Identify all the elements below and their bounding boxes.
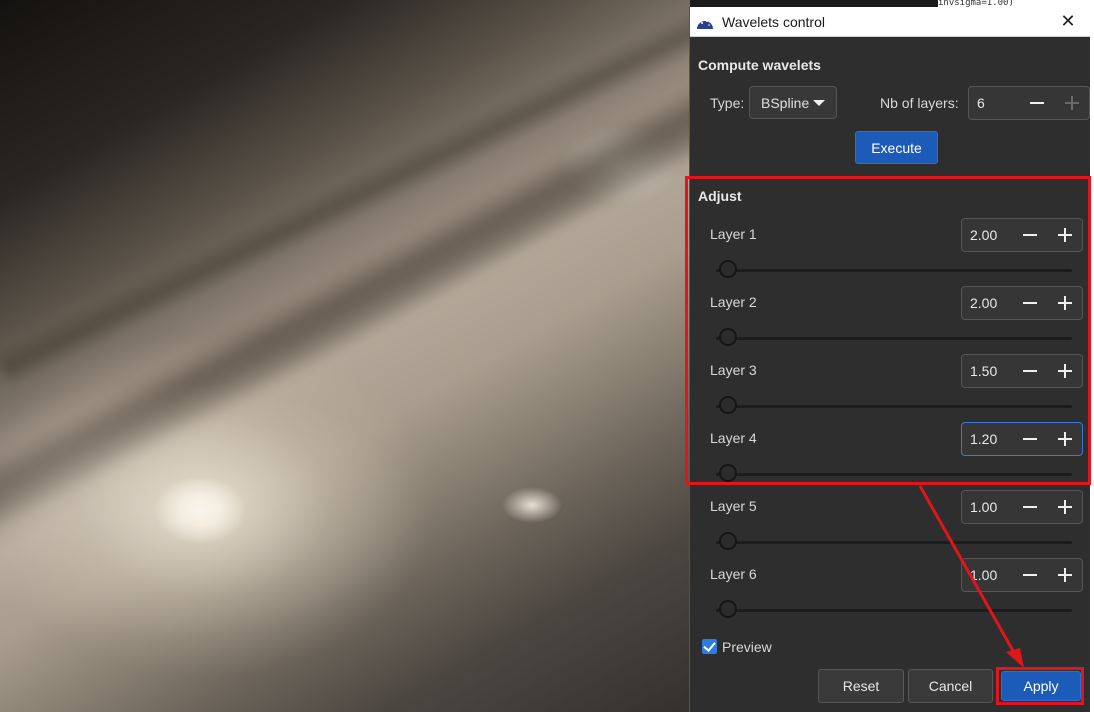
annotation-arrow	[918, 485, 1024, 668]
